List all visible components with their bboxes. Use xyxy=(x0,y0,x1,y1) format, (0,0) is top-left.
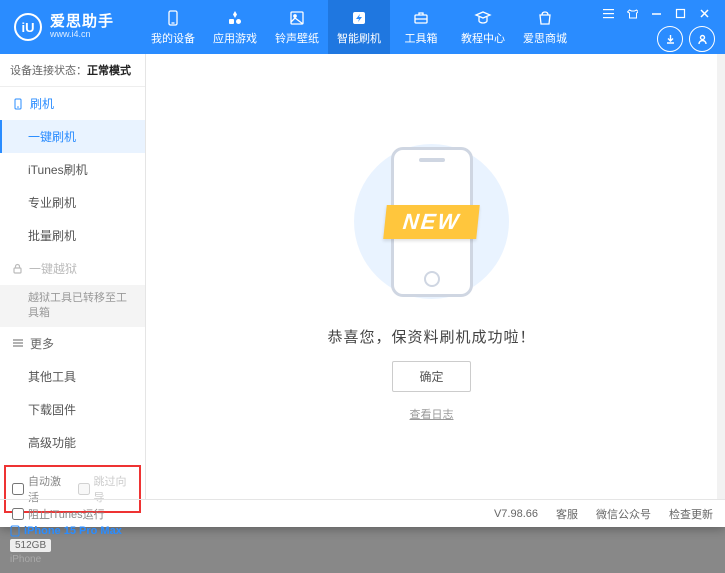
connection-mode: 正常模式 xyxy=(87,65,131,77)
nav-toolbox[interactable]: 工具箱 xyxy=(390,0,452,54)
ok-button[interactable]: 确定 xyxy=(392,361,470,392)
main-content: NEW 恭喜您，保资料刷机成功啦！ 确定 查看日志 xyxy=(146,54,717,499)
version-label: V7.98.66 xyxy=(494,508,538,520)
logo-icon: iU xyxy=(14,13,42,41)
window-controls xyxy=(597,2,715,52)
nav-label: 爱思商城 xyxy=(523,30,567,46)
sidebar: 设备连接状态：正常模式 刷机 一键刷机 iTunes刷机 专业刷机 批量刷机 一… xyxy=(0,54,146,499)
nav-ringtones[interactable]: 铃声壁纸 xyxy=(266,0,328,54)
section-label: 刷机 xyxy=(30,95,54,112)
wechat-link[interactable]: 微信公众号 xyxy=(596,506,651,522)
connection-prefix: 设备连接状态： xyxy=(10,65,87,77)
user-button[interactable] xyxy=(689,26,715,52)
tutorial-icon xyxy=(474,9,492,27)
nav-label: 工具箱 xyxy=(405,30,438,46)
more-icon xyxy=(12,337,24,349)
checkbox-input[interactable] xyxy=(12,483,24,495)
view-log-link[interactable]: 查看日志 xyxy=(410,406,454,422)
connection-status: 设备连接状态：正常模式 xyxy=(0,54,145,87)
menu-icon[interactable] xyxy=(597,2,619,24)
minimize-button[interactable] xyxy=(645,2,667,24)
wallpaper-icon xyxy=(288,9,306,27)
logo: iU 爱思助手 www.i4.cn xyxy=(14,13,114,41)
nav-label: 教程中心 xyxy=(461,30,505,46)
nav-smart-flash[interactable]: 智能刷机 xyxy=(328,0,390,54)
checkbox-input xyxy=(78,483,90,495)
nav-label: 应用游戏 xyxy=(213,30,257,46)
section-label: 更多 xyxy=(30,335,54,352)
sidebar-item-advanced[interactable]: 高级功能 xyxy=(0,426,145,459)
device-model: iPhone xyxy=(10,554,135,565)
flash-icon xyxy=(12,98,24,110)
toolbox-icon xyxy=(412,9,430,27)
top-nav: 我的设备 应用游戏 铃声壁纸 智能刷机 工具箱 教程中心 xyxy=(142,0,597,54)
sidebar-section-jailbreak[interactable]: 一键越狱 xyxy=(0,252,145,285)
sidebar-item-itunes-flash[interactable]: iTunes刷机 xyxy=(0,153,145,186)
nav-tutorials[interactable]: 教程中心 xyxy=(452,0,514,54)
new-ribbon: NEW xyxy=(383,205,480,239)
nav-label: 我的设备 xyxy=(151,30,195,46)
customer-service-link[interactable]: 客服 xyxy=(556,506,578,522)
download-button[interactable] xyxy=(657,26,683,52)
success-illustration: NEW xyxy=(342,132,522,312)
block-itunes-checkbox[interactable]: 阻止iTunes运行 xyxy=(12,506,105,522)
close-button[interactable] xyxy=(693,2,715,24)
sidebar-item-other-tools[interactable]: 其他工具 xyxy=(0,360,145,393)
nav-label: 铃声壁纸 xyxy=(275,30,319,46)
nav-store[interactable]: 爱思商城 xyxy=(514,0,576,54)
device-icon xyxy=(164,9,182,27)
nav-apps[interactable]: 应用游戏 xyxy=(204,0,266,54)
device-storage: 512GB xyxy=(10,539,51,552)
app-title: 爱思助手 xyxy=(50,14,114,31)
success-message: 恭喜您，保资料刷机成功啦！ xyxy=(327,326,535,347)
sidebar-item-batch-flash[interactable]: 批量刷机 xyxy=(0,219,145,252)
section-label: 一键越狱 xyxy=(29,260,77,277)
sidebar-section-flash[interactable]: 刷机 xyxy=(0,87,145,120)
store-icon xyxy=(536,9,554,27)
app-subtitle: www.i4.cn xyxy=(50,30,114,40)
scrollbar[interactable] xyxy=(717,54,725,499)
nav-label: 智能刷机 xyxy=(337,30,381,46)
sidebar-item-oneclick-flash[interactable]: 一键刷机 xyxy=(0,120,145,153)
checkbox-input[interactable] xyxy=(12,508,24,520)
apps-icon xyxy=(226,9,244,27)
check-update-link[interactable]: 检查更新 xyxy=(669,506,713,522)
sidebar-item-download-firmware[interactable]: 下载固件 xyxy=(0,393,145,426)
skin-icon[interactable] xyxy=(621,2,643,24)
nav-my-device[interactable]: 我的设备 xyxy=(142,0,204,54)
lock-icon xyxy=(12,263,23,274)
sidebar-item-pro-flash[interactable]: 专业刷机 xyxy=(0,186,145,219)
jailbreak-note: 越狱工具已转移至工具箱 xyxy=(0,285,145,327)
sidebar-section-more[interactable]: 更多 xyxy=(0,327,145,360)
flash-icon xyxy=(350,9,368,27)
maximize-button[interactable] xyxy=(669,2,691,24)
checkbox-label: 阻止iTunes运行 xyxy=(28,506,105,522)
statusbar: 阻止iTunes运行 V7.98.66 客服 微信公众号 检查更新 xyxy=(0,499,725,527)
app-window: iU 爱思助手 www.i4.cn 我的设备 应用游戏 铃声壁纸 智能刷机 xyxy=(0,0,725,527)
titlebar: iU 爱思助手 www.i4.cn 我的设备 应用游戏 铃声壁纸 智能刷机 xyxy=(0,0,725,54)
